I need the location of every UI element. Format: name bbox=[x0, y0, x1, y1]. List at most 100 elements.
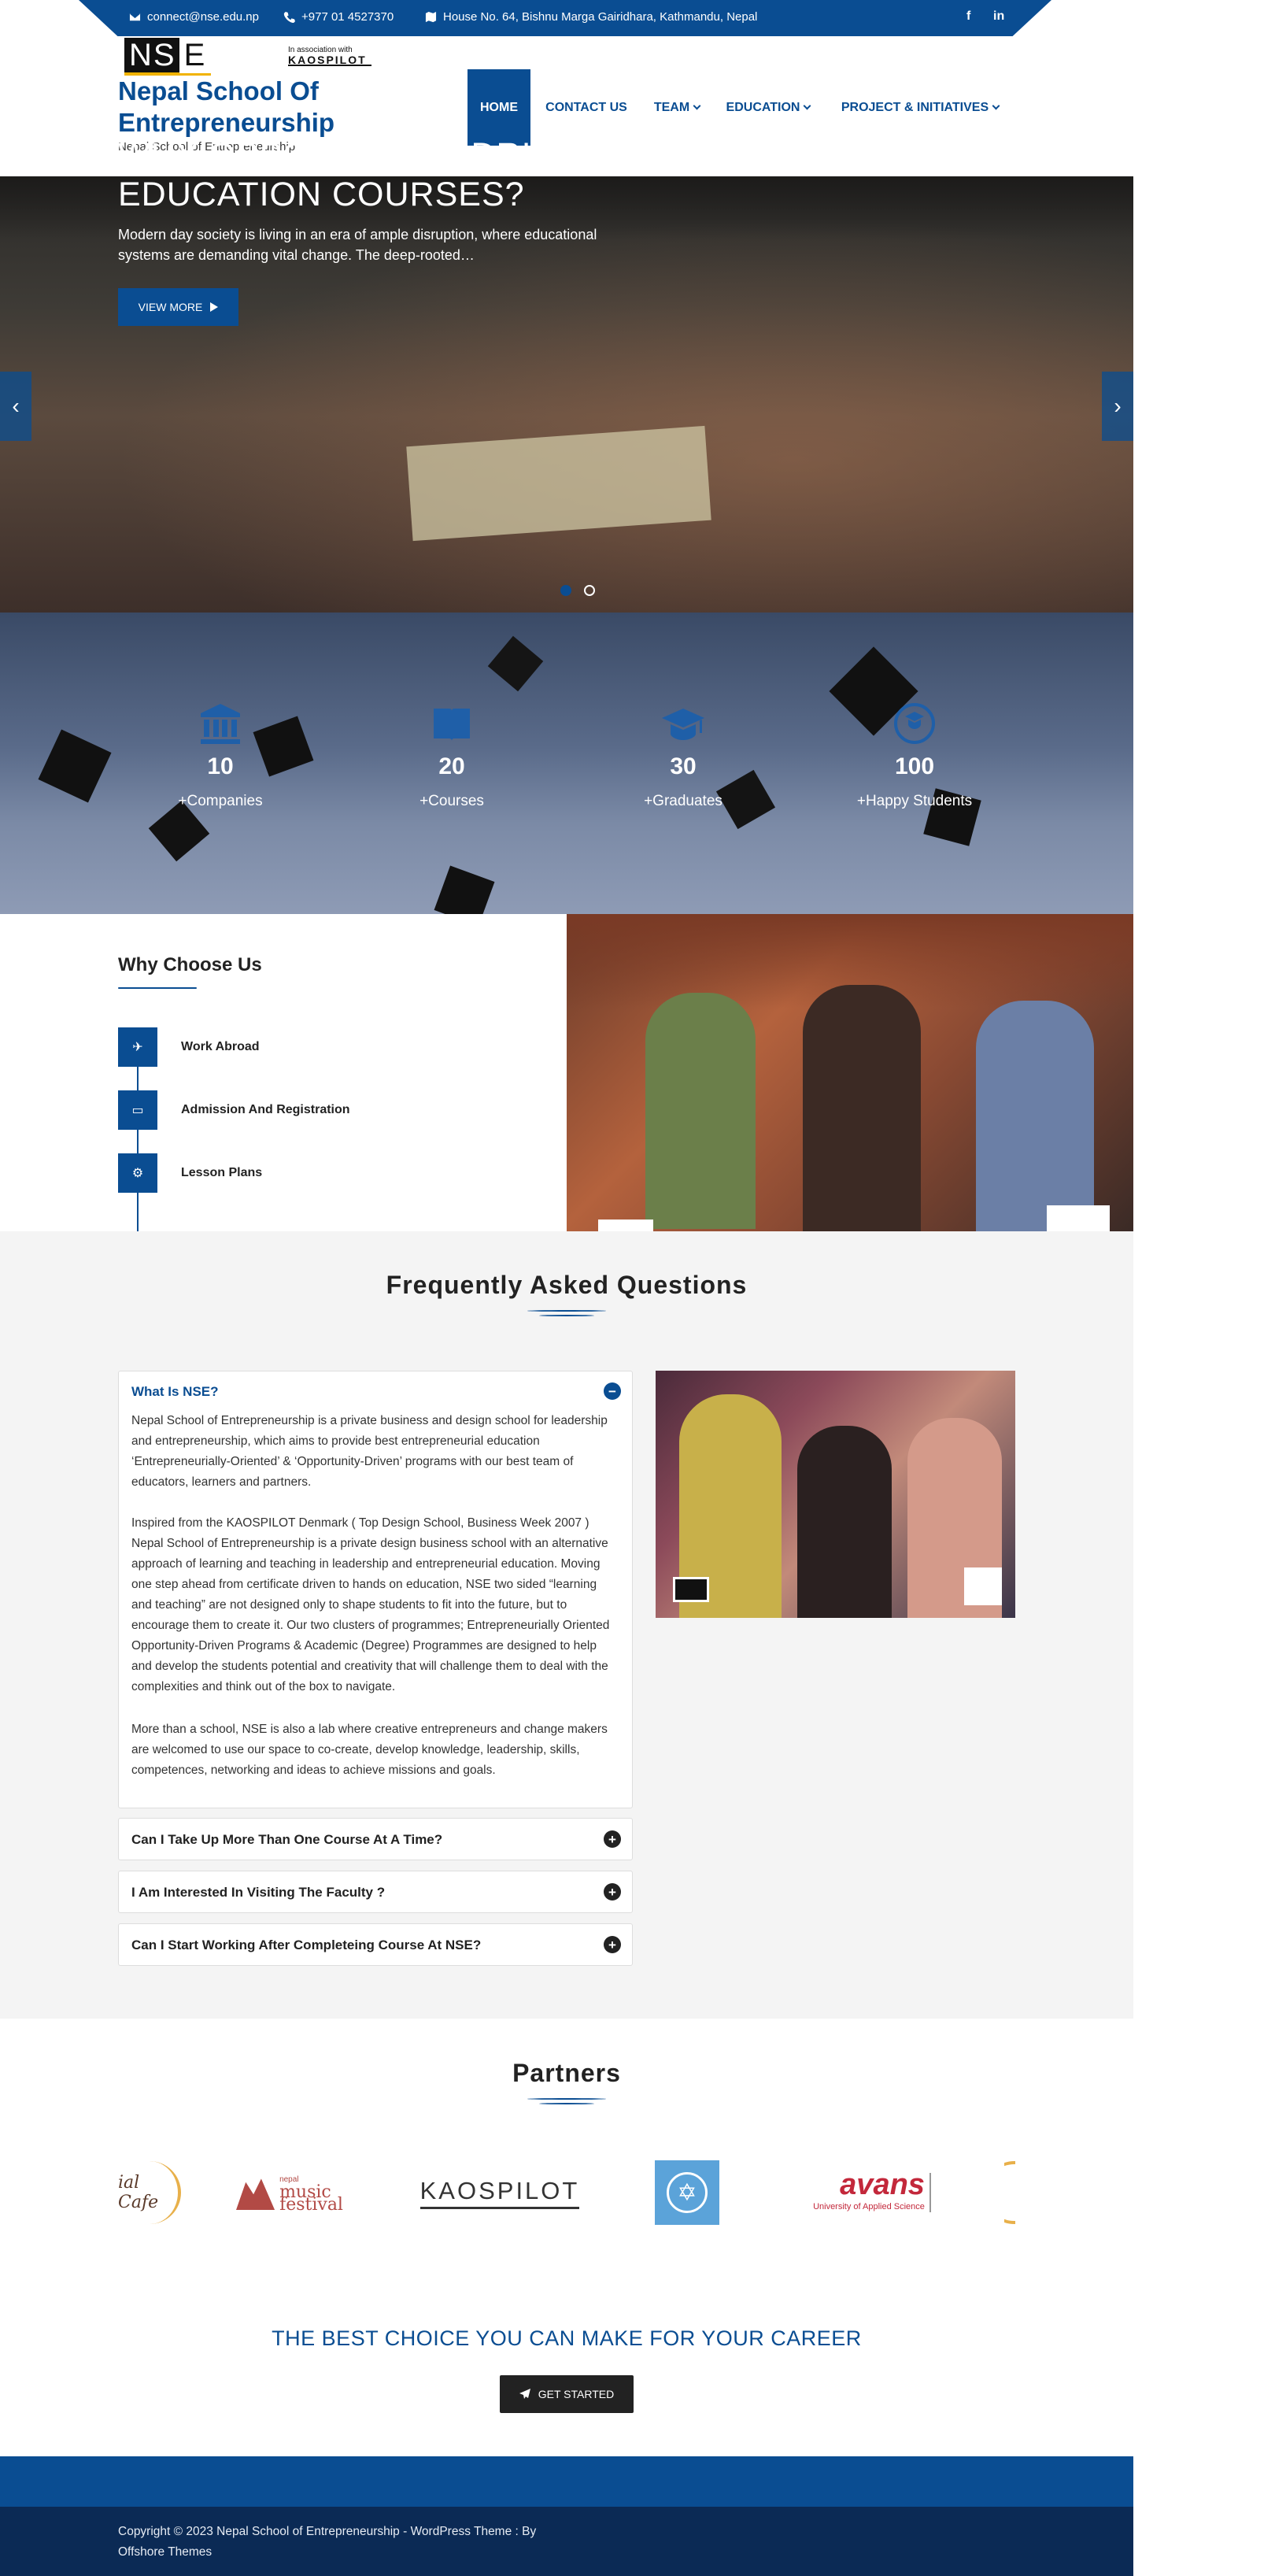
nav-education[interactable]: EDUCATION bbox=[719, 69, 817, 146]
expand-icon[interactable]: + bbox=[604, 1883, 621, 1901]
graduation-cap-shape bbox=[434, 865, 495, 914]
expand-icon[interactable]: + bbox=[604, 1830, 621, 1848]
faq-item[interactable]: Can I Start Working After Completeing Co… bbox=[118, 1923, 633, 1966]
logo-letter: E bbox=[179, 37, 212, 73]
kaospilot-text: KAOSPILOT bbox=[419, 2177, 580, 2209]
photo-badge-shape bbox=[598, 1220, 653, 1231]
partners-title: Partners bbox=[512, 2059, 621, 2087]
why-item-work-abroad[interactable]: ✈ Work Abroad bbox=[118, 1027, 433, 1067]
why-item-label: Work Abroad bbox=[181, 1040, 260, 1053]
photo-person-shape bbox=[645, 993, 756, 1229]
students-photo bbox=[567, 914, 1133, 1231]
photo-person-shape bbox=[797, 1426, 892, 1618]
contact-phone-text: +977 01 4527370 bbox=[301, 10, 394, 24]
view-more-button[interactable]: VIEW MORE bbox=[118, 288, 238, 326]
why-choose-title: Why Choose Us bbox=[118, 954, 262, 975]
play-icon bbox=[210, 302, 219, 312]
counter-label: +Courses bbox=[419, 793, 484, 809]
kaospilot-logo[interactable]: KAOSPILOT bbox=[417, 2157, 582, 2228]
footer-copyright: Copyright © 2023 Nepal School of Entrepr… bbox=[118, 2522, 590, 2563]
contact-address-text: House No. 64, Bishnu Marga Gairidhara, K… bbox=[443, 10, 758, 24]
graduation-cap-shape bbox=[487, 635, 544, 692]
faq-question: Can I Start Working After Completeing Co… bbox=[131, 1938, 482, 1952]
photo-person-shape bbox=[803, 985, 921, 1231]
star-icon: ✡ bbox=[667, 2172, 708, 2213]
photo-badge-shape bbox=[1047, 1205, 1110, 1231]
faq-item[interactable]: Can I Take Up More Than One Course At A … bbox=[118, 1818, 633, 1860]
nav-contact-us[interactable]: CONTACT US bbox=[543, 69, 630, 146]
slider-next-arrow[interactable]: › bbox=[1102, 372, 1133, 441]
view-more-label: VIEW MORE bbox=[138, 301, 203, 313]
nepal-music-festival-logo[interactable]: nepal music festival bbox=[236, 2157, 394, 2228]
footer-band bbox=[0, 2456, 1133, 2507]
mountain-icon bbox=[236, 2178, 275, 2210]
contact-email-text: connect@nse.edu.np bbox=[147, 10, 259, 24]
theme-credit-link[interactable]: Offshore Themes bbox=[118, 2542, 590, 2563]
counter-value: 100 bbox=[894, 753, 935, 779]
expand-icon[interactable]: + bbox=[604, 1936, 621, 1953]
faq-answer-paragraph: More than a school, NSE is also a lab wh… bbox=[131, 1723, 608, 1777]
collapse-icon[interactable]: − bbox=[604, 1382, 621, 1400]
why-item-label: Admission And Registration bbox=[181, 1103, 350, 1116]
faq-question: I Am Interested In Visiting The Faculty … bbox=[131, 1885, 386, 1900]
photo-person-shape bbox=[976, 1001, 1094, 1231]
contact-phone[interactable]: +977 01 4527370 bbox=[283, 10, 394, 24]
association-brand: KAOSPILOT bbox=[288, 54, 371, 66]
photo-logo-shape bbox=[673, 1577, 709, 1602]
cta-text: THE BEST CHOICE YOU CAN MAKE FOR YOUR CA… bbox=[272, 2326, 862, 2350]
counter-happy-students: 100 +Happy Students bbox=[836, 701, 993, 810]
festival-text: music festival bbox=[279, 2182, 343, 2215]
why-item-admission[interactable]: ▭ Admission And Registration bbox=[118, 1090, 433, 1130]
title-underline bbox=[527, 2098, 606, 2104]
nav-contact-label: CONTACT US bbox=[545, 100, 627, 114]
avans-logo[interactable]: avans University of Applied Science bbox=[785, 2157, 959, 2228]
counter-value: 30 bbox=[670, 753, 697, 779]
nav-team-label: TEAM bbox=[653, 100, 690, 114]
hero-text: Modern day society is living in an era o… bbox=[118, 227, 597, 263]
nav-team[interactable]: TEAM bbox=[645, 69, 708, 146]
faq-question[interactable]: What Is NSE? bbox=[131, 1384, 219, 1400]
why-item-lesson-plans[interactable]: ⚙ Lesson Plans bbox=[118, 1153, 433, 1193]
linkedin-icon[interactable]: in bbox=[993, 9, 1004, 24]
site-logo[interactable]: NS E bbox=[124, 37, 212, 76]
counter-value: 20 bbox=[438, 753, 465, 779]
university-seal-logo[interactable]: ✡ bbox=[652, 2157, 722, 2228]
nav-projects[interactable]: PROJECT & INITIATIVES bbox=[831, 69, 1009, 146]
counter-label: +Happy Students bbox=[856, 793, 973, 809]
nav-education-label: EDUCATION bbox=[726, 100, 800, 114]
social-cafe-logo[interactable]: ial Cafe bbox=[118, 2157, 181, 2228]
get-started-label: GET STARTED bbox=[538, 2388, 615, 2400]
bank-icon bbox=[201, 704, 240, 744]
timeline-line bbox=[137, 1047, 139, 1250]
slider-dot[interactable] bbox=[584, 585, 595, 596]
association-badge: In association with KAOSPILOT bbox=[288, 46, 371, 66]
counter-label: +Graduates bbox=[644, 793, 722, 809]
facebook-icon[interactable]: f bbox=[966, 9, 970, 24]
get-started-button[interactable]: GET STARTED bbox=[500, 2375, 634, 2413]
site-title[interactable]: Nepal School Of Entrepreneurship bbox=[118, 76, 386, 139]
faq-item[interactable]: I Am Interested In Visiting The Faculty … bbox=[118, 1871, 633, 1913]
photo-logo-shape bbox=[964, 1567, 1002, 1605]
contact-email[interactable]: connect@nse.edu.np bbox=[129, 10, 259, 24]
title-underline bbox=[527, 1310, 606, 1316]
logo-divider bbox=[929, 2173, 931, 2212]
faq-item-open: What Is NSE? − Nepal School of Entrepren… bbox=[118, 1371, 633, 1808]
book-icon bbox=[434, 709, 470, 741]
faq-answer-paragraph: Inspired from the KAOSPILOT Denmark ( To… bbox=[131, 1516, 610, 1693]
avans-text: avans bbox=[840, 2168, 925, 2201]
nav-home[interactable]: HOME bbox=[468, 69, 530, 146]
slider-prev-arrow[interactable]: ‹ bbox=[0, 372, 31, 441]
envelope-icon bbox=[129, 13, 141, 21]
partner-logo-ring bbox=[1004, 2161, 1015, 2224]
counter-value: 10 bbox=[207, 753, 234, 779]
hero-title: WHY OPPORTUNITY DRIVEN EDUCATION COURSES… bbox=[118, 136, 604, 213]
counter-graduates: 30 +Graduates bbox=[604, 701, 762, 810]
title-underline bbox=[118, 987, 197, 989]
map-icon bbox=[425, 11, 437, 23]
partner-logo-partial[interactable] bbox=[1004, 2157, 1015, 2228]
plane-icon: ✈ bbox=[118, 1027, 157, 1067]
chevron-down-icon bbox=[804, 102, 811, 110]
faq-question: Can I Take Up More Than One Course At A … bbox=[131, 1832, 443, 1847]
slider-dot-active[interactable] bbox=[560, 585, 571, 596]
seal-icon: ✡ bbox=[655, 2160, 719, 2225]
